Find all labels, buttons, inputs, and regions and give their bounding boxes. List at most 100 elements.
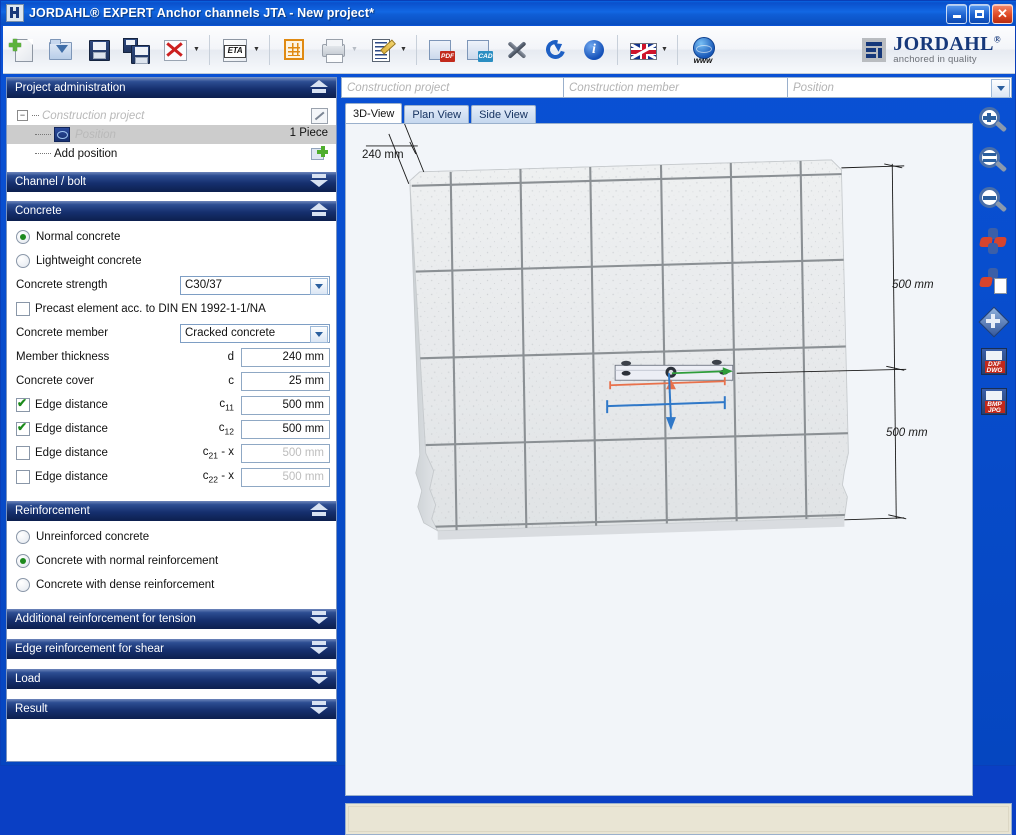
section-header-additional-reinforcement-tension[interactable]: Additional reinforcement for tension	[7, 609, 336, 630]
save-as-disk-icon	[122, 36, 150, 64]
zoom-out-button[interactable]	[976, 185, 1010, 219]
radio-dense-reinforcement[interactable]	[16, 578, 30, 592]
about-info-button[interactable]: i	[576, 33, 610, 67]
pan-view-button[interactable]	[976, 305, 1010, 339]
chevron-down-icon[interactable]	[310, 671, 328, 687]
checkbox-edge-distance-c22[interactable]	[16, 470, 30, 484]
section-header-project-administration[interactable]: Project administration	[7, 78, 336, 99]
section-header-load[interactable]: Load	[7, 669, 336, 690]
save-project-button[interactable]	[81, 33, 115, 67]
rotate-arrows-icon	[978, 228, 1007, 254]
row-precast-element[interactable]: Precast element acc. to DIN EN 1992-1-1/…	[7, 297, 336, 321]
language-button[interactable]: ▼	[625, 33, 670, 67]
input-edge-distance-c21[interactable]: 500 mm	[241, 443, 330, 463]
eta-dropdown-arrow[interactable]: ▼	[251, 33, 262, 67]
radio-row-normal-reinforcement[interactable]: Concrete with normal reinforcement	[7, 549, 336, 573]
settings-button[interactable]	[500, 33, 534, 67]
radio-normal-concrete[interactable]	[16, 230, 30, 244]
radio-row-dense-reinforcement[interactable]: Concrete with dense reinforcement	[7, 573, 336, 597]
chevron-down-icon[interactable]	[310, 701, 328, 717]
construction-project-field[interactable]: Construction project	[341, 77, 564, 98]
tab-side-view[interactable]: Side View	[471, 105, 536, 124]
chevron-down-icon[interactable]	[991, 79, 1010, 98]
viewport-3d[interactable]: 240 mm 500 mm 500 mm	[345, 123, 973, 796]
maximize-button[interactable]	[969, 4, 990, 24]
section-title-reinforcement: Reinforcement	[15, 505, 90, 517]
delete-dropdown-arrow[interactable]: ▼	[191, 33, 202, 67]
print-button[interactable]: ▼	[315, 33, 360, 67]
zoom-in-button[interactable]	[976, 105, 1010, 139]
chevron-down-icon[interactable]	[310, 277, 328, 295]
section-body-concrete: Normal concrete Lightweight concrete Con…	[7, 222, 336, 493]
select-concrete-member[interactable]: Cracked concrete	[180, 323, 330, 343]
add-position-icon[interactable]	[311, 145, 328, 161]
input-edge-distance-c12[interactable]: 500 mm	[241, 419, 330, 439]
position-field[interactable]: Position	[788, 77, 1012, 98]
jordahl-brand: JORDAHL® anchored in quality	[862, 34, 1001, 65]
checkbox-edge-distance-c12[interactable]	[16, 420, 30, 436]
save-as-project-button[interactable]	[119, 33, 153, 67]
input-concrete-cover[interactable]: 25 mm	[241, 371, 330, 391]
chevron-down-icon[interactable]	[310, 325, 328, 343]
tree-row-add-position[interactable]: Add position	[7, 144, 336, 163]
checkbox-edge-distance-c21[interactable]	[16, 446, 30, 460]
rotate-page-button[interactable]	[976, 265, 1010, 299]
row-concrete-strength: Concrete strength C30/37	[7, 273, 336, 297]
label-edge-distance-c12: Edge distance	[35, 423, 108, 435]
checkbox-precast-element[interactable]	[16, 302, 30, 316]
section-header-reinforcement[interactable]: Reinforcement	[7, 501, 336, 522]
chevron-up-icon[interactable]	[310, 203, 328, 219]
radio-lightweight-concrete[interactable]	[16, 254, 30, 268]
language-dropdown-arrow[interactable]: ▼	[659, 33, 670, 67]
website-button[interactable]: www	[685, 33, 719, 67]
input-member-thickness[interactable]: 240 mm	[241, 347, 330, 367]
tree-row-position[interactable]: Position 1 Piece	[7, 125, 336, 144]
open-project-button[interactable]	[43, 33, 77, 67]
section-header-channel-bolt[interactable]: Channel / bolt	[7, 172, 336, 193]
checkbox-edge-distance-c11[interactable]	[16, 396, 30, 412]
construction-member-field[interactable]: Construction member	[564, 77, 788, 98]
input-edge-distance-c22[interactable]: 500 mm	[241, 467, 330, 487]
chevron-down-icon[interactable]	[310, 611, 328, 627]
export-dxf-dwg-button[interactable]: DXF DWG	[976, 345, 1010, 379]
thickness-dimension-label: 240 mm	[362, 149, 404, 161]
input-edge-distance-c11[interactable]: 500 mm	[241, 395, 330, 415]
section-header-edge-reinforcement-shear[interactable]: Edge reinforcement for shear	[7, 639, 336, 660]
eta-button[interactable]: ETA ▼	[217, 33, 262, 67]
tree-toggle-icon[interactable]: −	[17, 110, 28, 121]
brand-name-label: JORDAHL	[893, 33, 994, 56]
section-header-concrete[interactable]: Concrete	[7, 201, 336, 222]
tree-row-construction-project[interactable]: − Construction project	[7, 106, 336, 125]
chevron-down-icon[interactable]	[310, 641, 328, 657]
radio-unreinforced-concrete[interactable]	[16, 530, 30, 544]
radio-normal-reinforcement[interactable]	[16, 554, 30, 568]
radio-row-unreinforced-concrete[interactable]: Unreinforced concrete	[7, 525, 336, 549]
chevron-down-icon[interactable]	[310, 174, 328, 190]
delete-position-button[interactable]: ▼	[157, 33, 202, 67]
update-button[interactable]	[538, 33, 572, 67]
select-concrete-strength[interactable]: C30/37	[180, 275, 330, 295]
tab-plan-view[interactable]: Plan View	[404, 105, 470, 124]
radio-row-lightweight-concrete[interactable]: Lightweight concrete	[7, 249, 336, 273]
zoom-fit-button[interactable]	[976, 145, 1010, 179]
chevron-up-icon[interactable]	[310, 503, 328, 519]
new-project-button[interactable]	[5, 33, 39, 67]
minimize-button[interactable]	[946, 4, 967, 24]
edit-icon[interactable]	[311, 108, 328, 124]
export-pdf-button[interactable]: PDF	[424, 33, 458, 67]
tab-3d-view[interactable]: 3D-View	[345, 103, 403, 124]
section-header-result[interactable]: Result	[7, 699, 336, 720]
chevron-up-icon[interactable]	[310, 80, 328, 96]
status-bar	[345, 803, 1012, 835]
export-cad-button[interactable]: CAD	[462, 33, 496, 67]
toolbar-separator	[416, 34, 417, 65]
close-button[interactable]: ✕	[992, 4, 1013, 24]
export-bmp-jpg-button[interactable]: BMP JPG	[976, 385, 1010, 419]
print-dropdown-arrow[interactable]: ▼	[349, 33, 360, 67]
report-dropdown-arrow[interactable]: ▼	[398, 33, 409, 67]
calculate-button[interactable]	[277, 33, 311, 67]
radio-row-normal-concrete[interactable]: Normal concrete	[7, 225, 336, 249]
toolbar-separator	[269, 34, 270, 65]
report-button[interactable]: ▼	[364, 33, 409, 67]
rotate-view-button[interactable]	[976, 225, 1010, 259]
